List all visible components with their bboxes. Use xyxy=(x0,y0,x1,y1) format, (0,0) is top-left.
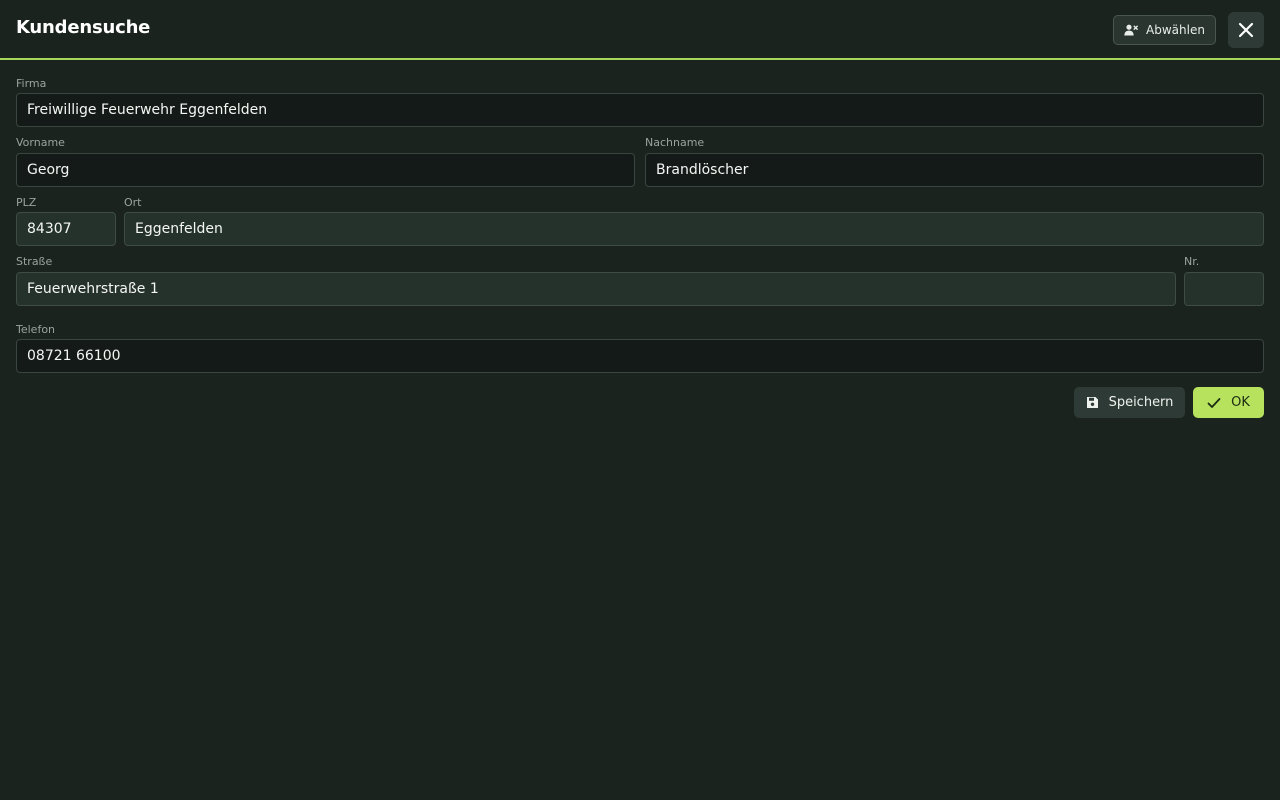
floppy-disk-icon xyxy=(1086,396,1099,409)
dialog-header: Kundensuche Abwählen xyxy=(0,0,1280,60)
strasse-field[interactable]: Feuerwehrstraße 1 xyxy=(16,272,1176,306)
nachname-label: Nachname xyxy=(645,136,705,149)
ok-button-label: OK xyxy=(1231,395,1250,410)
close-icon xyxy=(1238,22,1254,38)
telefon-label: Telefon xyxy=(16,323,56,336)
vorname-label: Vorname xyxy=(16,136,65,149)
nr-label: Nr. xyxy=(1184,255,1200,268)
deselect-button[interactable]: Abwählen xyxy=(1113,15,1216,45)
nachname-field[interactable]: Brandlöscher xyxy=(645,153,1264,187)
firma-field[interactable]: Freiwillige Feuerwehr Eggenfelden xyxy=(16,93,1264,127)
deselect-button-label: Abwählen xyxy=(1146,23,1205,37)
vorname-field[interactable]: Georg xyxy=(16,153,635,187)
plz-label: PLZ xyxy=(16,196,37,209)
ort-label: Ort xyxy=(124,196,142,209)
save-button[interactable]: Speichern xyxy=(1074,387,1185,418)
telefon-field[interactable]: 08721 66100 xyxy=(16,339,1264,373)
close-button[interactable] xyxy=(1228,12,1264,48)
strasse-label: Straße xyxy=(16,255,53,268)
nr-field[interactable] xyxy=(1184,272,1264,306)
dialog-title: Kundensuche xyxy=(16,17,151,38)
user-remove-icon xyxy=(1124,24,1138,36)
check-icon xyxy=(1207,397,1221,409)
ort-field[interactable]: Eggenfelden xyxy=(124,212,1264,246)
ok-button[interactable]: OK xyxy=(1193,387,1264,418)
plz-field[interactable]: 84307 xyxy=(16,212,116,246)
firma-label: Firma xyxy=(16,77,47,90)
save-button-label: Speichern xyxy=(1108,395,1174,410)
